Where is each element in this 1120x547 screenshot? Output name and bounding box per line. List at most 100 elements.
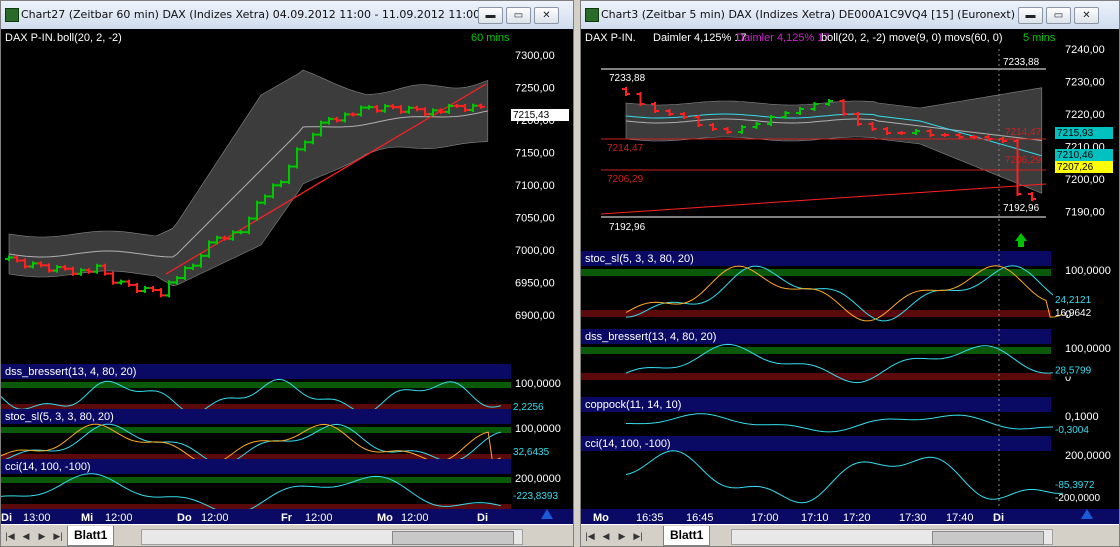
- first-sheet-icon[interactable]: |◀: [585, 530, 595, 542]
- prev-sheet-icon[interactable]: ◀: [21, 530, 31, 542]
- price-tick: 6900,00: [515, 310, 555, 322]
- panel-value: -85,3972: [1055, 480, 1095, 491]
- right-chart-canvas[interactable]: DAX P-IN. Daimler 4,125% 17Daimler 4,125%…: [581, 29, 1120, 524]
- right-sheet-bar: |◀ ◀ ▶ ▶| Blatt1: [581, 524, 1119, 546]
- price-tick: 7240,00: [1065, 44, 1105, 56]
- price-tick: 7190,00: [1065, 207, 1105, 219]
- time-label: 17:20: [843, 512, 871, 524]
- time-label: Mo: [377, 512, 393, 524]
- minimize-button[interactable]: ▬: [1018, 7, 1043, 24]
- time-label: Di: [1, 512, 12, 524]
- price-tick: 7100,00: [515, 180, 555, 192]
- next-sheet-icon[interactable]: ▶: [617, 530, 627, 542]
- price-tick: 7150,00: [515, 148, 555, 160]
- price-box-3: 7207,26: [1057, 162, 1094, 173]
- left-chart-window: Chart27 (Zeitbar 60 min) DAX (Indizes Xe…: [0, 0, 574, 547]
- price-tick: 7300,00: [515, 50, 555, 62]
- last-sheet-icon[interactable]: ▶|: [53, 530, 63, 542]
- price-tick: 7200,00: [1065, 174, 1105, 186]
- right-panel-3-label: cci(14, 100, -100): [585, 438, 671, 450]
- left-panel-0-label: dss_bressert(13, 4, 80, 20): [5, 366, 136, 378]
- oversold-zone: [581, 373, 1051, 380]
- panel-tick: 200,0000: [515, 473, 561, 485]
- right-title-bar[interactable]: Chart3 (Zeitbar 5 min) DAX (Indizes Xetr…: [581, 1, 1119, 30]
- time-label: Di: [993, 512, 1004, 524]
- left-title-bar[interactable]: Chart27 (Zeitbar 60 min) DAX (Indizes Xe…: [1, 1, 573, 30]
- price-box-2: 7210,46: [1057, 150, 1094, 161]
- scroll-thumb[interactable]: [392, 531, 514, 545]
- panel-value: -223,8393: [513, 491, 558, 502]
- time-label: 12:00: [105, 512, 133, 524]
- prev-sheet-icon[interactable]: ◀: [601, 530, 611, 542]
- legend-symbol: DAX P-IN.: [585, 32, 636, 44]
- panel-value: -0,3004: [1055, 425, 1089, 436]
- overbought-zone: [581, 347, 1051, 354]
- time-label: 12:00: [401, 512, 429, 524]
- level-hi-2: 7233,88: [1003, 57, 1040, 68]
- oversold-zone: [581, 310, 1051, 317]
- level-r1-b: 7214,47: [1005, 127, 1042, 138]
- panel-tick: 100,0000: [1065, 343, 1111, 355]
- sheet-tab-blatt1[interactable]: Blatt1: [67, 526, 115, 546]
- level-r2-b: 7206,29: [1005, 155, 1042, 166]
- price-tick: 7250,00: [515, 83, 555, 95]
- level-r2: 7206,29: [607, 174, 644, 185]
- legend-indicator: boll(20, 2, -2) move(9, 0) movs(60, 0): [821, 32, 1003, 44]
- right-chart-window: Chart3 (Zeitbar 5 min) DAX (Indizes Xetr…: [580, 0, 1120, 547]
- time-label: 13:00: [23, 512, 51, 524]
- left-sheet-bar: |◀ ◀ ▶ ▶| Blatt1: [1, 524, 573, 546]
- chart-app-icon: [5, 8, 19, 22]
- overbought-zone: [1, 477, 511, 483]
- level-r1: 7214,47: [607, 143, 644, 154]
- panel-value-2: 16,9642: [1055, 308, 1092, 319]
- panel-tick: 200,0000: [1065, 450, 1111, 462]
- right-panel-1-label: dss_bressert(13, 4, 80, 20): [585, 331, 716, 343]
- time-label: 17:00: [751, 512, 779, 524]
- first-sheet-icon[interactable]: |◀: [5, 530, 15, 542]
- level-hi: 7233,88: [609, 73, 646, 84]
- close-button[interactable]: ✕: [534, 7, 559, 24]
- level-lo: 7192,96: [609, 222, 646, 233]
- time-label: 17:30: [899, 512, 927, 524]
- time-label: Mi: [81, 512, 93, 524]
- panel-value: 2,2256: [513, 402, 544, 413]
- time-label: 17:40: [946, 512, 974, 524]
- sheet-tab-blatt1[interactable]: Blatt1: [663, 526, 711, 546]
- maximize-button[interactable]: ▭: [1046, 7, 1071, 24]
- price-tick: 6950,00: [515, 278, 555, 290]
- panel-value-2: -200,0000: [1055, 493, 1100, 504]
- panel-value: 24,2121: [1055, 295, 1092, 306]
- last-sheet-icon[interactable]: ▶|: [633, 530, 643, 542]
- left-window-title: Chart27 (Zeitbar 60 min) DAX (Indizes Xe…: [21, 8, 481, 21]
- time-label: Do: [177, 512, 192, 524]
- overbought-zone: [581, 269, 1051, 276]
- left-horizontal-scrollbar[interactable]: [141, 529, 523, 545]
- price-tick: 7000,00: [515, 245, 555, 257]
- panel-tick: 100,0000: [1065, 265, 1111, 277]
- right-horizontal-scrollbar[interactable]: [731, 529, 1053, 545]
- time-label: 12:00: [201, 512, 229, 524]
- scroll-thumb[interactable]: [932, 531, 1044, 545]
- minimize-button[interactable]: ▬: [478, 7, 503, 24]
- left-chart-canvas[interactable]: DAX P-IN. boll(20, 2, -2) 60 mins 7300,00 72…: [1, 29, 574, 524]
- panel-value: 32,6435: [513, 447, 550, 458]
- right-panel-0-label: stoc_sl(5, 3, 3, 80, 20): [585, 253, 694, 265]
- right-panel-2-label: coppock(11, 14, 10): [585, 399, 681, 411]
- close-button[interactable]: ✕: [1074, 7, 1099, 24]
- chart-app-icon: [585, 8, 599, 22]
- maximize-button[interactable]: ▭: [506, 7, 531, 24]
- panel-tick: 100,0000: [515, 423, 561, 435]
- price-tick: 7050,00: [515, 213, 555, 225]
- time-label: 16:35: [636, 512, 664, 524]
- price-box-1: 7215,93: [1057, 128, 1094, 139]
- level-lo-2: 7192,96: [1003, 203, 1040, 214]
- time-label: 12:00: [305, 512, 333, 524]
- legend-timeframe: 5 mins: [1023, 32, 1056, 44]
- left-panel-1-label: stoc_sl(5, 3, 3, 80, 20): [5, 411, 114, 423]
- left-panel-2-label: cci(14, 100, -100): [5, 461, 91, 473]
- panel-tick: 100,0000: [515, 378, 561, 390]
- next-sheet-icon[interactable]: ▶: [37, 530, 47, 542]
- price-tick: 7230,00: [1065, 77, 1105, 89]
- legend-symbol: DAX P-IN.: [5, 32, 56, 44]
- panel-value: 28,5799: [1055, 366, 1092, 377]
